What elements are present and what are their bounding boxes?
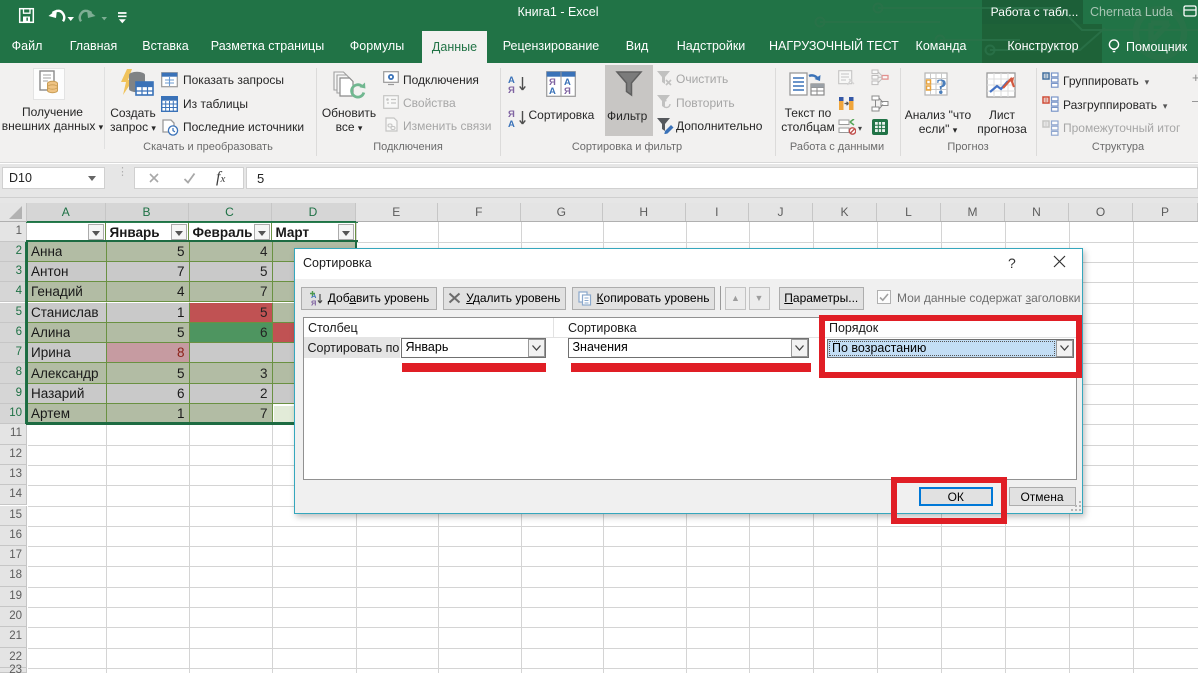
svg-text:А: А	[508, 119, 515, 129]
svg-text:Я: Я	[508, 85, 515, 95]
svg-text:Я: Я	[564, 86, 571, 97]
svg-text:А: А	[549, 86, 556, 97]
svg-text:?: ?	[936, 74, 947, 99]
svg-text:Я: Я	[311, 298, 316, 306]
